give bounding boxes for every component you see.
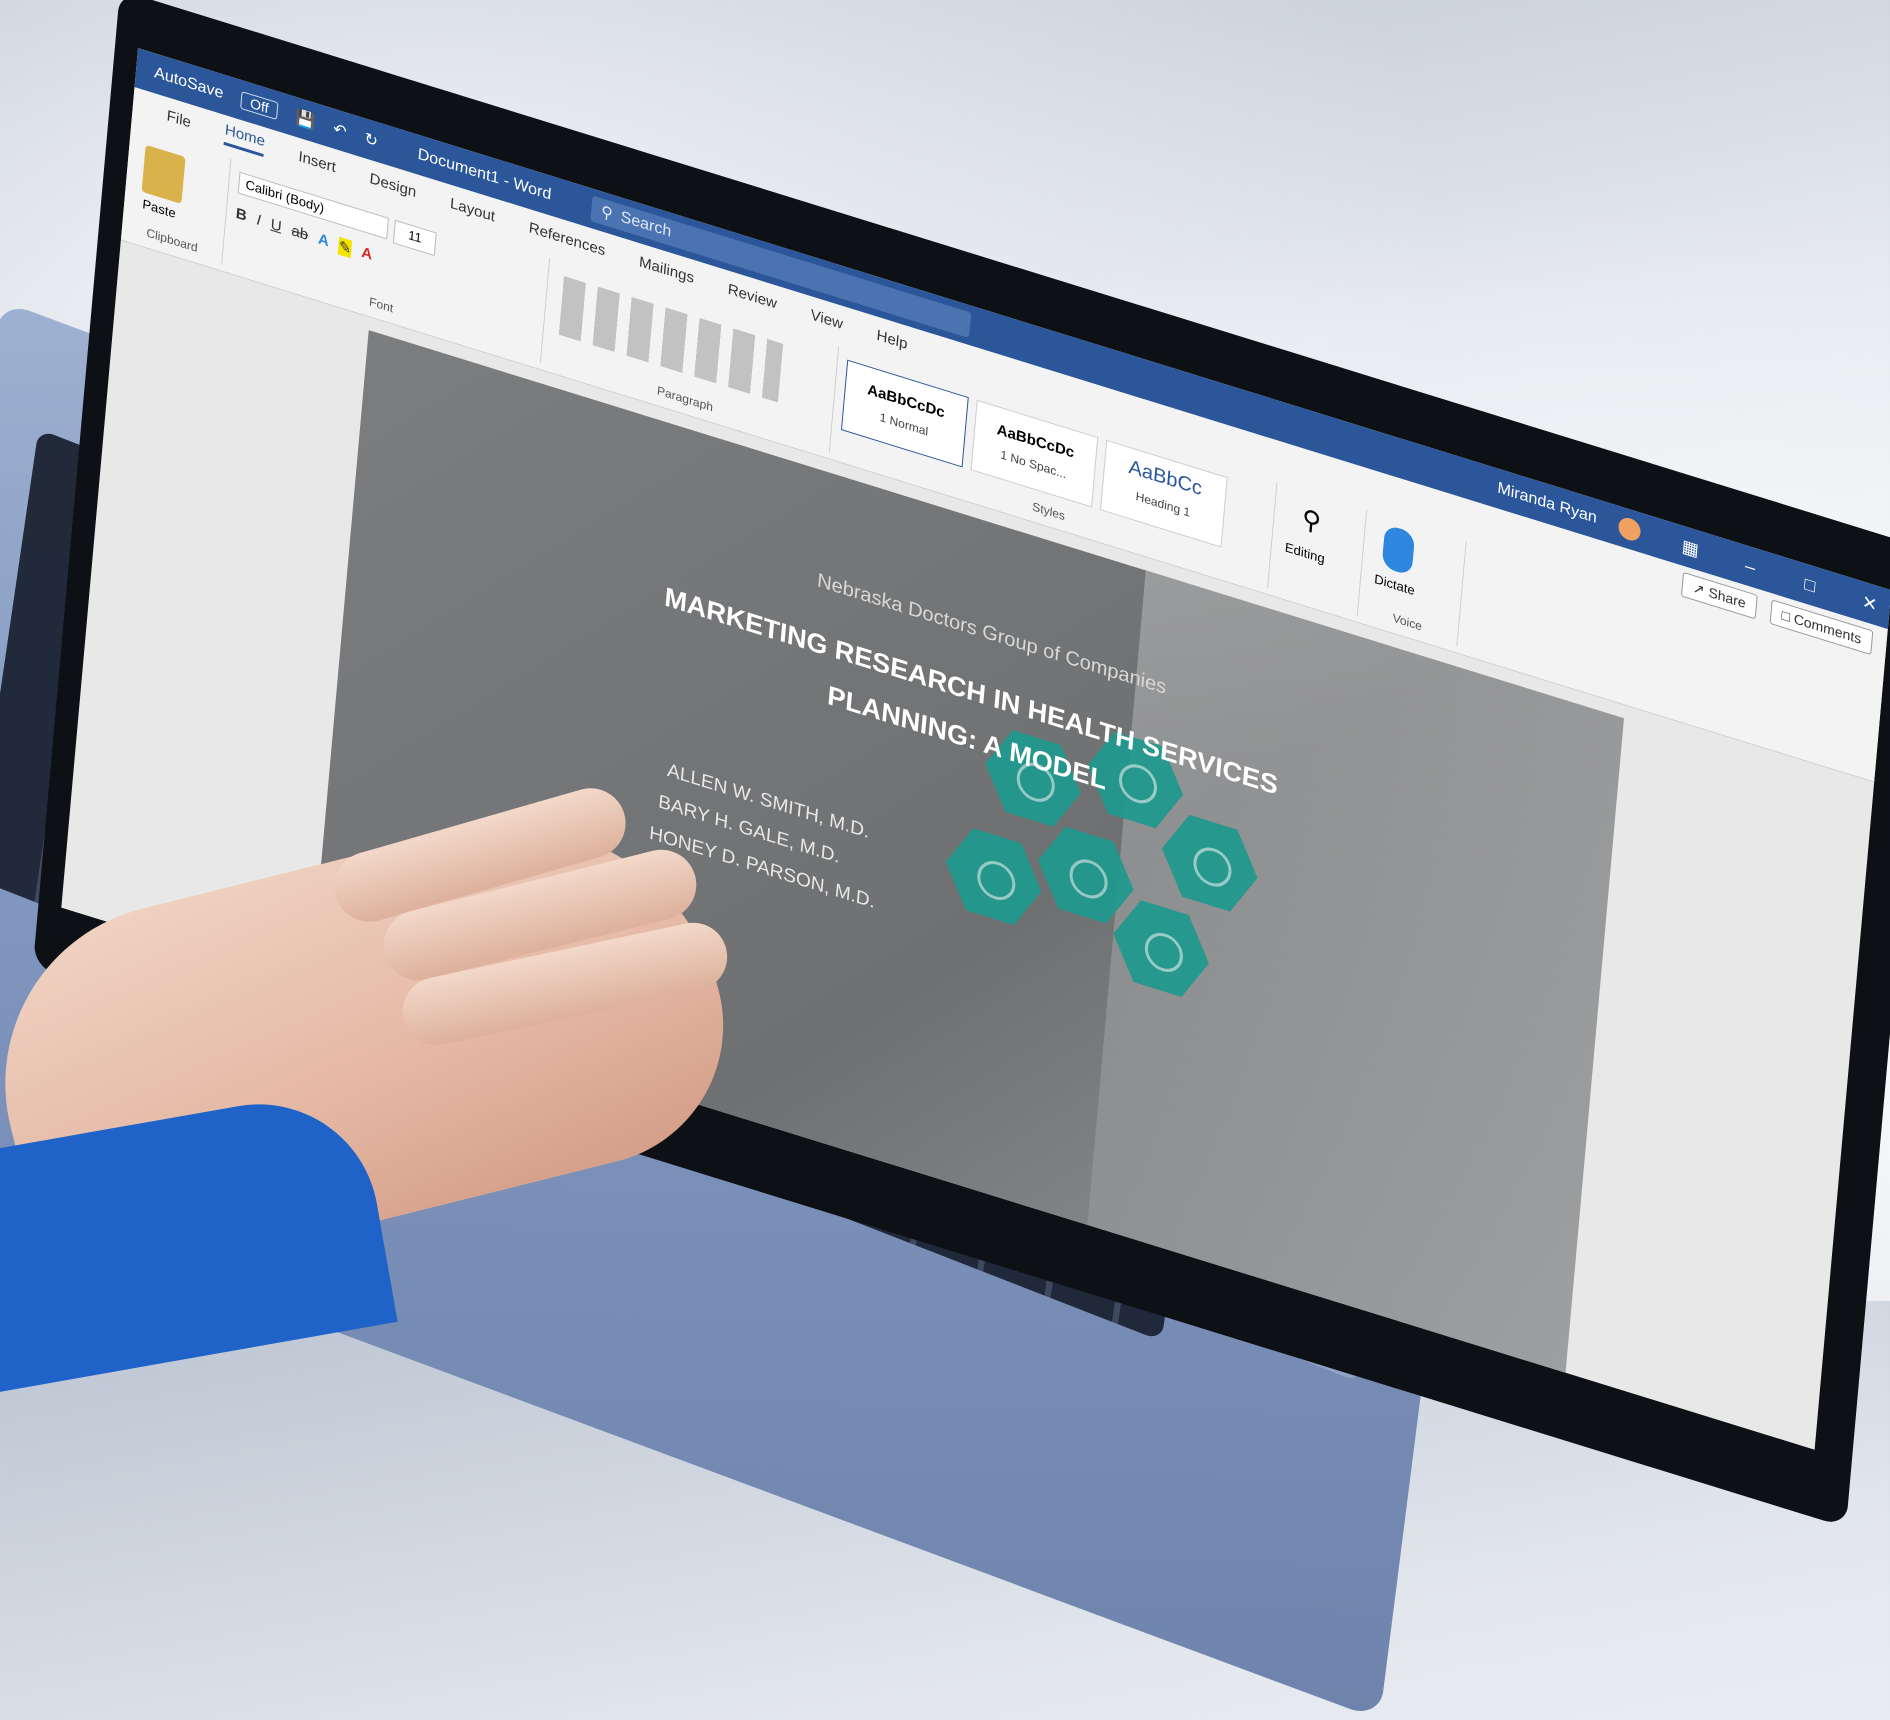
clipboard-group: Paste Clipboard [121, 128, 232, 265]
text-effects-icon[interactable]: A [317, 230, 329, 251]
underline-icon[interactable]: U [270, 216, 282, 237]
ribbon-display-options-icon[interactable]: ▦ [1679, 535, 1701, 562]
autosave-toggle[interactable]: Off [240, 91, 279, 121]
tab-home[interactable]: Home [223, 121, 266, 158]
voice-group-label: Voice [1392, 610, 1423, 634]
maximize-button[interactable]: □ [1799, 572, 1821, 599]
save-icon[interactable]: 💾 [295, 107, 317, 133]
strikethrough-icon[interactable]: ab [291, 222, 309, 245]
share-label: Share [1707, 583, 1747, 611]
tab-design[interactable]: Design [369, 170, 417, 201]
voice-group: Dictate Voice [1356, 510, 1467, 647]
editing-group: ⚲ Editing [1267, 482, 1368, 616]
bold-icon[interactable]: B [235, 205, 247, 226]
redo-icon[interactable]: ↻ [364, 128, 379, 152]
hexagon-icon [942, 821, 1045, 933]
find-icon[interactable]: ⚲ [1301, 503, 1323, 539]
clipboard-group-label: Clipboard [145, 225, 199, 255]
undo-icon[interactable]: ↶ [332, 119, 347, 143]
user-avatar[interactable] [1617, 515, 1642, 544]
italic-icon[interactable]: I [256, 211, 262, 230]
editing-label[interactable]: Editing [1284, 539, 1325, 566]
paste-icon[interactable] [141, 144, 186, 204]
tab-file[interactable]: File [166, 107, 192, 131]
minimize-button[interactable]: – [1739, 553, 1761, 580]
font-color-icon[interactable]: A [361, 244, 373, 265]
font-size-select[interactable]: 11 [392, 219, 437, 257]
microphone-icon[interactable] [1381, 524, 1416, 577]
tab-review[interactable]: Review [727, 280, 777, 312]
search-icon: ⚲ [600, 203, 614, 224]
search-placeholder: Search [619, 208, 672, 241]
dictate-label[interactable]: Dictate [1374, 571, 1416, 598]
tab-help[interactable]: Help [876, 326, 908, 352]
highlight-icon[interactable]: ✎ [338, 236, 353, 259]
close-button[interactable]: ✕ [1859, 590, 1881, 617]
tab-view[interactable]: View [810, 306, 844, 333]
share-icon: ↗ [1692, 578, 1710, 600]
tab-layout[interactable]: Layout [449, 194, 495, 224]
tab-insert[interactable]: Insert [298, 148, 337, 176]
